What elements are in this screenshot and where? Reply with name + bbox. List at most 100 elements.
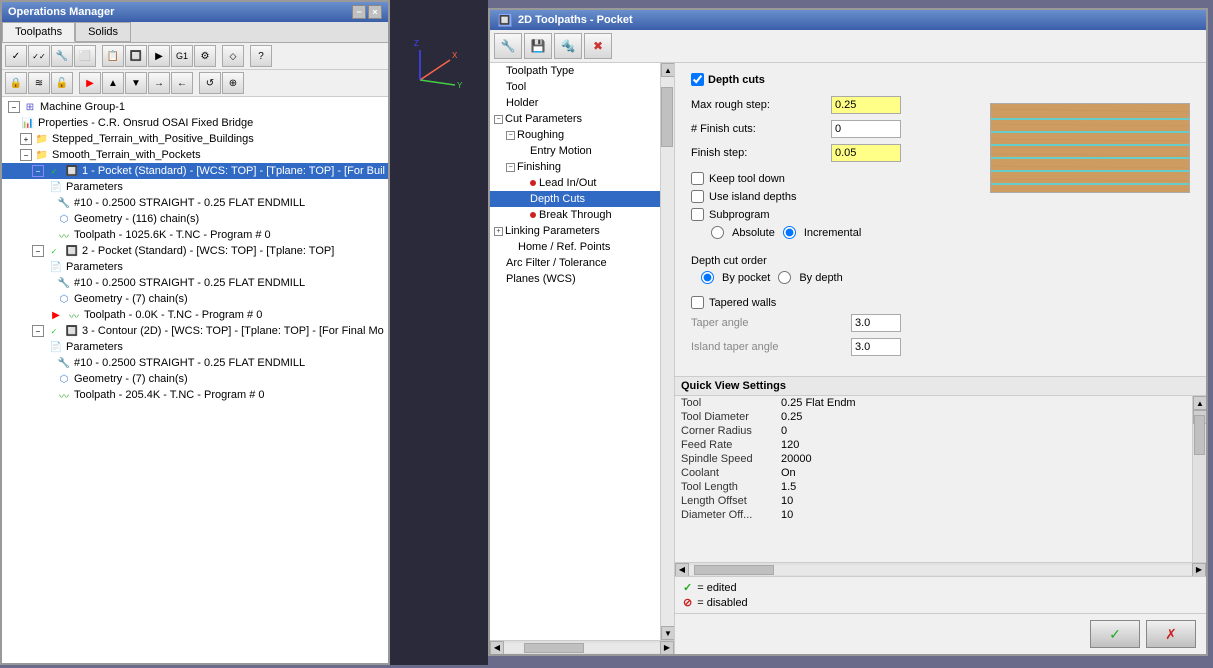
sim-selected-button[interactable]: ⚙ (194, 45, 216, 67)
expander-machine-group[interactable]: − (8, 101, 20, 113)
tab-toolpaths[interactable]: Toolpaths (2, 22, 75, 42)
by-pocket-radio[interactable] (701, 271, 714, 284)
minimize-button[interactable]: − (352, 5, 366, 19)
finish-cuts-input[interactable] (831, 120, 901, 138)
expander-smooth[interactable]: − (20, 149, 32, 161)
nav-holder[interactable]: Holder (490, 95, 660, 111)
tool-select-button[interactable]: 🔧 (494, 33, 522, 59)
tree-item-machine-group[interactable]: − ⊞ Machine Group-1 (2, 99, 388, 115)
expander-stepped[interactable]: + (20, 133, 32, 145)
ok-button[interactable]: ✓ (1090, 620, 1140, 648)
lock-button[interactable]: 🔒 (5, 72, 27, 94)
select-all-button[interactable]: ✓ (5, 45, 27, 67)
h-scroll-thumb[interactable] (524, 643, 584, 653)
verify-button[interactable]: ▶ (148, 45, 170, 67)
qv-h-scroll-left-button[interactable]: ◀ (675, 563, 689, 577)
outdent-button[interactable]: ← (171, 72, 193, 94)
taper-angle-input[interactable] (851, 314, 901, 332)
expander-pocket2[interactable]: − (32, 245, 44, 257)
nav-break-through[interactable]: Break Through (490, 207, 660, 223)
expander-finishing[interactable]: − (506, 163, 515, 172)
tree-item-smooth-terrain[interactable]: − 📁 Smooth_Terrain_with_Pockets (2, 147, 388, 163)
tree-item-stepped-terrain[interactable]: + 📁 Stepped_Terrain_with_Positive_Buildi… (2, 131, 388, 147)
h-scroll-left-button[interactable]: ◀ (490, 641, 504, 655)
qv-scroll-up-button[interactable]: ▲ (1193, 396, 1206, 410)
expander-roughing[interactable]: − (506, 131, 515, 140)
tree-item-params2[interactable]: 📄 Parameters (2, 259, 388, 275)
cimco-button[interactable]: ◇ (222, 45, 244, 67)
sim-button[interactable]: G1 (171, 45, 193, 67)
absolute-radio[interactable] (711, 226, 724, 239)
tree-item-contour3[interactable]: − ✓ 🔲 3 - Contour (2D) - [WCS: TOP] - [T… (2, 323, 388, 339)
red-arrow-button[interactable]: ▶ (79, 72, 101, 94)
delete-button[interactable]: ✖ (584, 33, 612, 59)
tapered-walls-checkbox[interactable] (691, 296, 704, 309)
tab-solids[interactable]: Solids (75, 22, 131, 42)
close-button[interactable]: × (368, 5, 382, 19)
refresh-button[interactable]: ↺ (199, 72, 221, 94)
tree-item-geo2[interactable]: ⬡ Geometry - (7) chain(s) (2, 291, 388, 307)
qv-h-scroll-thumb[interactable] (694, 565, 774, 575)
expander-pocket1[interactable]: − (32, 165, 44, 177)
nav-depth-cuts[interactable]: Depth Cuts (490, 191, 660, 207)
nav-arc-filter[interactable]: Arc Filter / Tolerance (490, 255, 660, 271)
tree-item-path2[interactable]: ▶ 〰 Toolpath - 0.0K - T.NC - Program # 0 (2, 307, 388, 323)
select-geo-button[interactable]: ⬜ (74, 45, 96, 67)
use-island-depths-checkbox[interactable] (691, 190, 704, 203)
add-geo-button[interactable]: ⊕ (222, 72, 244, 94)
tree-item-path1[interactable]: 〰 Toolpath - 1025.6K - T.NC - Program # … (2, 227, 388, 243)
holder-button[interactable]: 🔩 (554, 33, 582, 59)
tree-item-pocket1[interactable]: − ✓ 🔲 1 - Pocket (Standard) - [WCS: TOP]… (2, 163, 388, 179)
tree-item-tool3[interactable]: 🔧 #10 - 0.2500 STRAIGHT - 0.25 FLAT ENDM… (2, 355, 388, 371)
expander-cut-params[interactable]: − (494, 115, 503, 124)
tree-item-geo1[interactable]: ⬡ Geometry - (116) chain(s) (2, 211, 388, 227)
unlock-button[interactable]: 🔓 (51, 72, 73, 94)
move-down-button[interactable]: ▼ (125, 72, 147, 94)
nav-entry-motion[interactable]: Entry Motion (490, 143, 660, 159)
island-taper-angle-input[interactable] (851, 338, 901, 356)
depth-cuts-label: Depth cuts (708, 74, 765, 86)
select-none-button[interactable]: ✓✓ (28, 45, 50, 67)
nav-linking-params[interactable]: + Linking Parameters (490, 223, 660, 239)
nav-tool[interactable]: Tool (490, 79, 660, 95)
save-button[interactable]: 💾 (524, 33, 552, 59)
tree-item-path3[interactable]: 〰 Toolpath - 205.4K - T.NC - Program # 0 (2, 387, 388, 403)
tree-item-tool2[interactable]: 🔧 #10 - 0.2500 STRAIGHT - 0.25 FLAT ENDM… (2, 275, 388, 291)
toolpath-list-button[interactable]: 📋 (102, 45, 124, 67)
scroll-down-button[interactable]: ▼ (661, 626, 674, 640)
keep-tool-down-checkbox[interactable] (691, 172, 704, 185)
expander-linking[interactable]: + (494, 227, 503, 236)
indent-button[interactable]: → (148, 72, 170, 94)
finish-step-input[interactable] (831, 144, 901, 162)
nav-cut-params[interactable]: − Cut Parameters (490, 111, 660, 127)
scroll-up-button[interactable]: ▲ (661, 63, 674, 77)
tree-item-tool1[interactable]: 🔧 #10 - 0.2500 STRAIGHT - 0.25 FLAT ENDM… (2, 195, 388, 211)
h-scroll-right-button[interactable]: ▶ (660, 641, 674, 655)
help-button[interactable]: ? (250, 45, 272, 67)
nav-toolpath-type[interactable]: Toolpath Type (490, 63, 660, 79)
nav-lead-inout[interactable]: Lead In/Out (490, 175, 660, 191)
incremental-radio[interactable] (783, 226, 796, 239)
max-rough-step-input[interactable] (831, 96, 901, 114)
qv-scroll-thumb[interactable] (1194, 415, 1205, 455)
select-ops-button[interactable]: 🔧 (51, 45, 73, 67)
tree-item-pocket2[interactable]: − ✓ 🔲 2 - Pocket (Standard) - [WCS: TOP]… (2, 243, 388, 259)
cancel-button[interactable]: ✗ (1146, 620, 1196, 648)
subprogram-checkbox[interactable] (691, 208, 704, 221)
nav-finishing[interactable]: − Finishing (490, 159, 660, 175)
scroll-thumb[interactable] (661, 87, 673, 147)
tree-item-params3[interactable]: 📄 Parameters (2, 339, 388, 355)
by-depth-radio[interactable] (778, 271, 791, 284)
tree-item-properties[interactable]: 📊 Properties - C.R. Onsrud OSAI Fixed Br… (2, 115, 388, 131)
waves-button[interactable]: ≋ (28, 72, 50, 94)
nav-roughing[interactable]: − Roughing (490, 127, 660, 143)
qv-h-scroll-right-button[interactable]: ▶ (1192, 563, 1206, 577)
move-up-button[interactable]: ▲ (102, 72, 124, 94)
tree-item-params1[interactable]: 📄 Parameters (2, 179, 388, 195)
nav-planes-wcs[interactable]: Planes (WCS) (490, 271, 660, 287)
material-button[interactable]: 🔲 (125, 45, 147, 67)
nav-home-ref[interactable]: Home / Ref. Points (490, 239, 660, 255)
depth-cuts-checkbox[interactable] (691, 73, 704, 86)
expander-contour3[interactable]: − (32, 325, 44, 337)
tree-item-geo3[interactable]: ⬡ Geometry - (7) chain(s) (2, 371, 388, 387)
